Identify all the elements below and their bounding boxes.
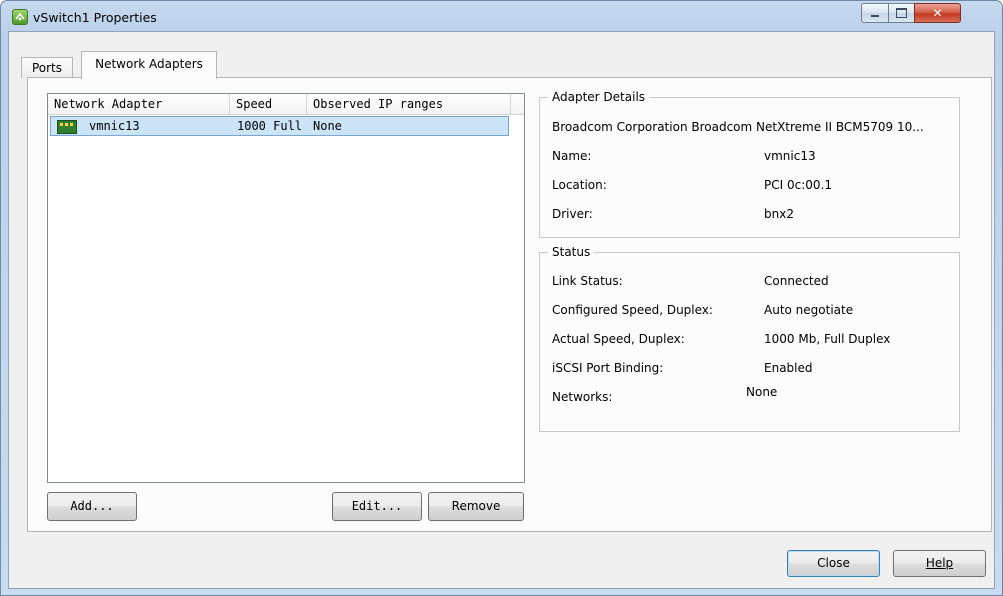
link-status-value: Connected xyxy=(764,274,829,288)
column-header-network-adapter[interactable]: Network Adapter xyxy=(48,94,230,114)
minimize-icon xyxy=(871,15,879,17)
properties-window: vSwitch1 Properties ✕ Ports Network Adap… xyxy=(0,0,1003,596)
name-value: vmnic13 xyxy=(764,149,816,163)
location-label: Location: xyxy=(552,178,607,192)
name-label: Name: xyxy=(552,149,592,163)
tab-ports[interactable]: Ports xyxy=(21,57,73,78)
table-row[interactable]: vmnic13 1000 Full None xyxy=(50,116,509,136)
cell-adapter: vmnic13 xyxy=(89,119,140,133)
adapter-details-title: Adapter Details xyxy=(548,90,650,104)
network-card-icon xyxy=(57,120,77,134)
help-button[interactable]: Help xyxy=(893,550,986,577)
remove-button[interactable]: Remove xyxy=(428,492,524,521)
dialog-body: Ports Network Adapters Network Adapter S… xyxy=(8,31,995,589)
adapter-description: Broadcom Corporation Broadcom NetXtreme … xyxy=(552,120,924,134)
networks-value: None xyxy=(746,385,778,399)
iscsi-binding-label: iSCSI Port Binding: xyxy=(552,361,664,375)
close-icon: ✕ xyxy=(932,6,943,20)
add-button[interactable]: Add... xyxy=(47,492,137,521)
edit-button[interactable]: Edit... xyxy=(332,492,422,521)
status-group: Status Link Status: Connected Configured… xyxy=(539,245,960,432)
window-title: vSwitch1 Properties xyxy=(33,10,157,25)
close-button[interactable]: Close xyxy=(787,550,880,577)
configured-speed-value: Auto negotiate xyxy=(764,303,854,317)
minimize-button[interactable] xyxy=(861,3,889,23)
maximize-icon xyxy=(896,8,907,18)
link-status-label: Link Status: xyxy=(552,274,623,288)
configured-speed-label: Configured Speed, Duplex: xyxy=(552,303,713,317)
tab-network-adapters[interactable]: Network Adapters xyxy=(81,51,217,79)
networks-label: Networks: xyxy=(552,390,613,404)
iscsi-binding-value: Enabled xyxy=(764,361,813,375)
help-button-label: Help xyxy=(925,556,954,570)
location-value: PCI 0c:00.1 xyxy=(764,178,832,192)
cell-speed: 1000 Full xyxy=(237,119,303,133)
maximize-button[interactable] xyxy=(888,3,915,23)
adapter-details-group: Adapter Details Broadcom Corporation Bro… xyxy=(539,90,960,238)
adapter-list[interactable]: Network Adapter Speed Observed IP ranges… xyxy=(47,93,525,483)
column-header-filler xyxy=(511,94,524,114)
driver-value: bnx2 xyxy=(764,207,794,221)
column-header-observed-ip[interactable]: Observed IP ranges xyxy=(307,94,511,114)
title-bar[interactable]: vSwitch1 Properties ✕ xyxy=(1,1,1002,31)
driver-label: Driver: xyxy=(552,207,593,221)
actual-speed-value: 1000 Mb, Full Duplex xyxy=(764,332,891,346)
list-header: Network Adapter Speed Observed IP ranges xyxy=(48,94,524,115)
actual-speed-label: Actual Speed, Duplex: xyxy=(552,332,685,346)
window-close-button[interactable]: ✕ xyxy=(914,3,961,23)
column-header-speed[interactable]: Speed xyxy=(230,94,307,114)
cell-observed-ip: None xyxy=(313,119,342,133)
vswitch-icon xyxy=(12,9,28,25)
network-adapters-panel: Network Adapter Speed Observed IP ranges… xyxy=(27,77,992,532)
status-title: Status xyxy=(548,245,595,259)
